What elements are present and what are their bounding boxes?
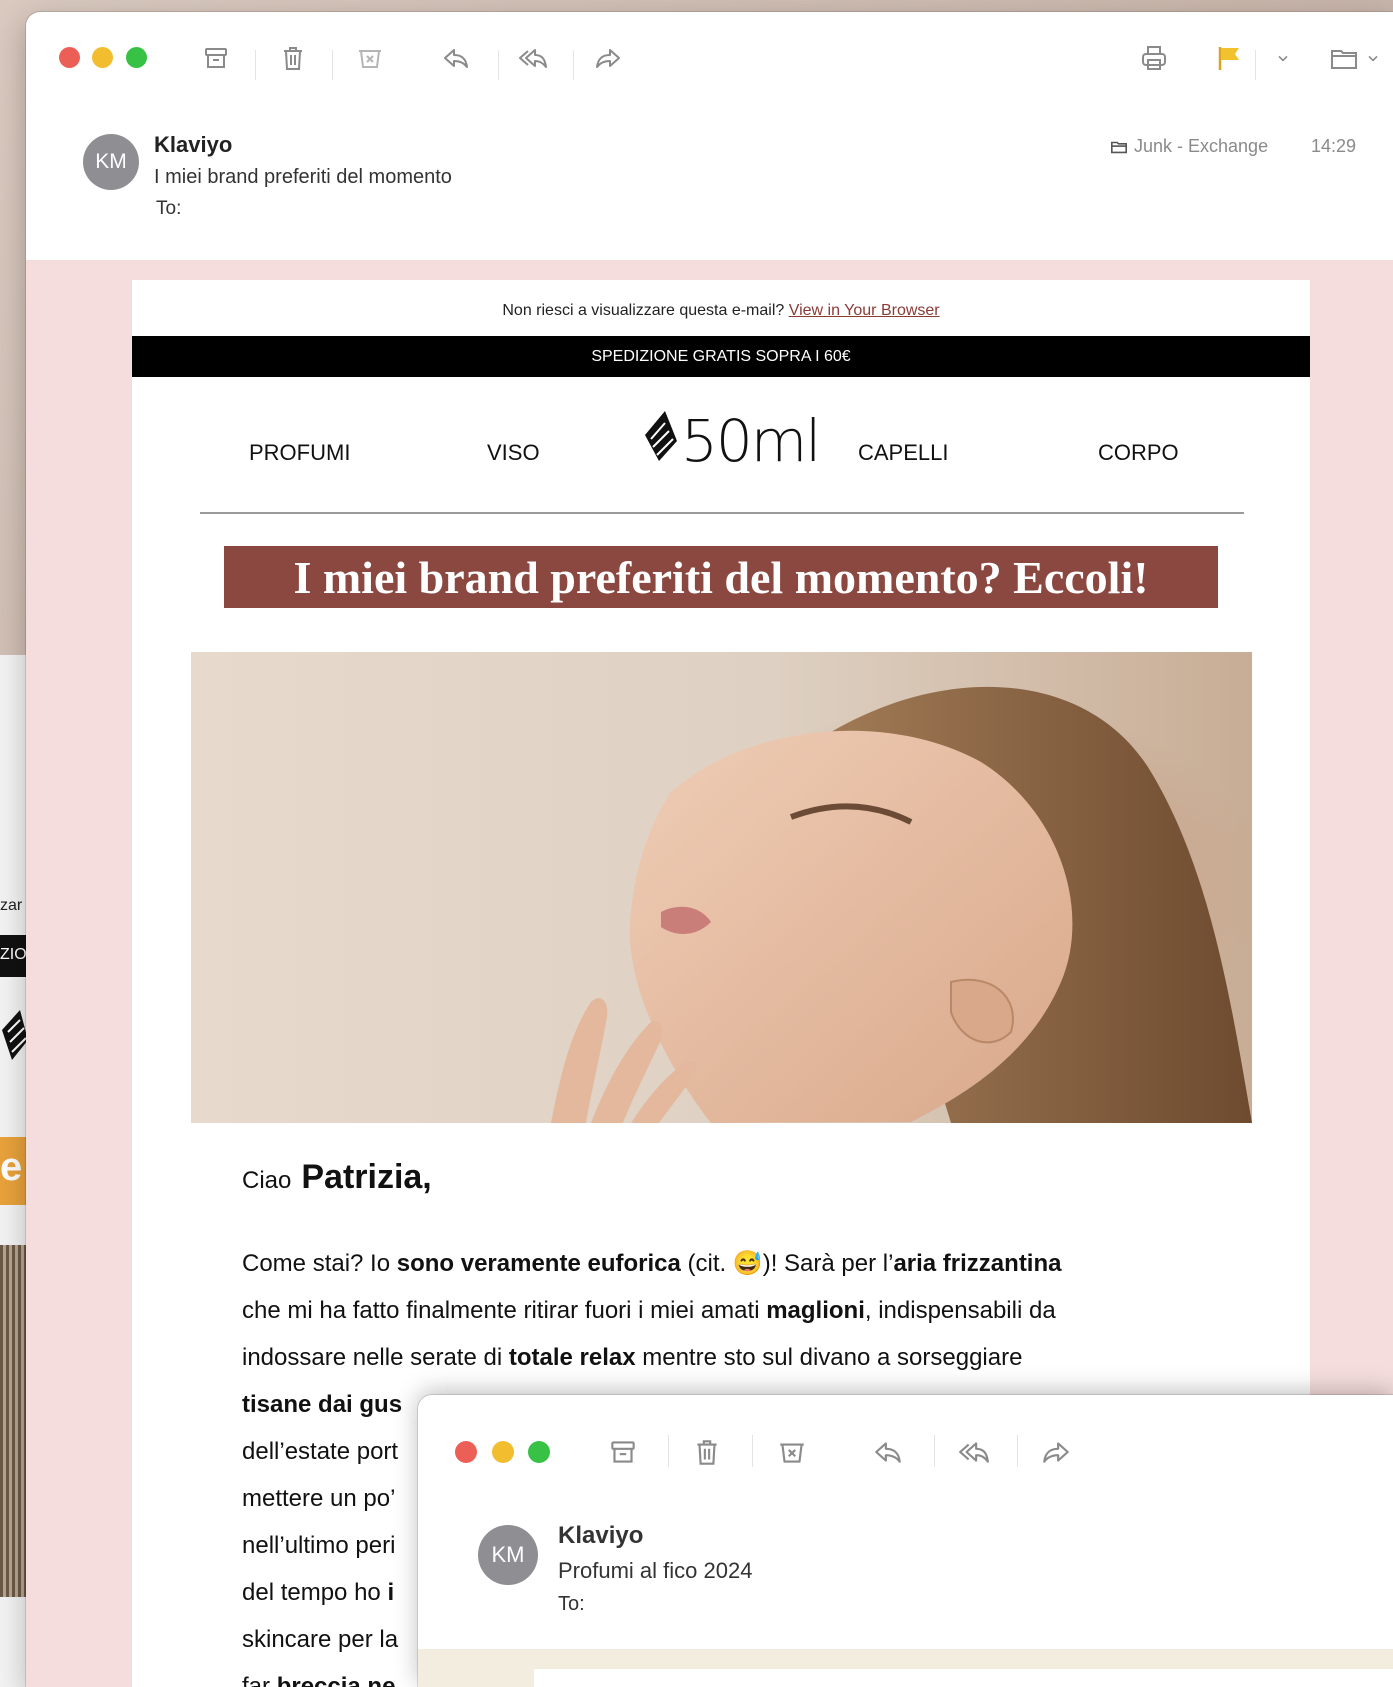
to-label: To: <box>156 198 182 219</box>
minimize-window-button[interactable] <box>492 1441 514 1463</box>
sender-name[interactable]: Klaviyo <box>558 1522 643 1550</box>
chevron-down-icon[interactable] <box>1362 42 1384 74</box>
archive-icon[interactable] <box>199 42 233 74</box>
message-subject: I miei brand preferiti del momento <box>154 166 452 188</box>
nav-corpo[interactable]: CORPO <box>1098 440 1179 466</box>
nav-divider <box>200 512 1244 514</box>
toolbar-separator <box>573 50 574 80</box>
close-window-button[interactable] <box>59 47 80 68</box>
toolbar-separator <box>752 1435 753 1467</box>
headline: I miei brand preferiti del momento? Ecco… <box>224 546 1218 608</box>
forward-icon[interactable] <box>1038 1435 1074 1469</box>
toolbar-separator <box>1255 50 1256 80</box>
logo-text: 50ml <box>681 407 821 475</box>
mailbox-name: Junk - Exchange <box>1134 136 1269 156</box>
overlay-mail-window[interactable]: KM Klaviyo Profumi al fico 2024 To: <box>418 1395 1393 1687</box>
message-header: KM Klaviyo I miei brand preferiti del mo… <box>26 112 1393 252</box>
trash-icon[interactable] <box>276 42 310 74</box>
toolbar-separator <box>934 1435 935 1467</box>
chevron-down-icon[interactable] <box>1272 42 1294 74</box>
email-content <box>534 1669 1393 1687</box>
print-icon[interactable] <box>1137 42 1171 74</box>
message-time: 14:29 <box>1311 136 1357 156</box>
minimize-window-button[interactable] <box>92 47 113 68</box>
toolbar-separator <box>668 1435 669 1467</box>
paragraph-line: indossare nelle serate di totale relax m… <box>242 1344 1023 1371</box>
archive-icon[interactable] <box>605 1435 641 1469</box>
nav-viso[interactable]: VISO <box>487 440 540 466</box>
zoom-window-button[interactable] <box>528 1441 550 1463</box>
message-subject: Profumi al fico 2024 <box>558 1558 753 1583</box>
toolbar-separator <box>1017 1435 1018 1467</box>
reply-all-icon[interactable] <box>956 1435 992 1469</box>
reply-icon[interactable] <box>870 1435 906 1469</box>
woman-face-illustration <box>551 686 1252 1123</box>
flag-icon[interactable] <box>1212 42 1246 74</box>
shipping-banner: SPEDIZIONE GRATIS SOPRA I 60€ <box>132 336 1310 377</box>
toolbar-separator <box>498 50 499 80</box>
junk-icon[interactable] <box>774 1435 810 1469</box>
preheader: Non riesci a visualizzare questa e-mail?… <box>502 302 940 319</box>
toolbar <box>26 12 1393 102</box>
folder-icon <box>1110 141 1128 153</box>
reply-all-icon[interactable] <box>516 42 550 74</box>
sender-name[interactable]: Klaviyo <box>154 132 232 158</box>
brand-logo[interactable]: 50ml <box>637 405 821 475</box>
toolbar-separator <box>332 50 333 80</box>
paragraph-line: Come stai? Io sono veramente euforica (c… <box>242 1250 1062 1277</box>
nav-profumi[interactable]: PROFUMI <box>249 440 350 466</box>
recipient-name: Patrizia, <box>301 1158 432 1196</box>
forward-icon[interactable] <box>591 42 625 74</box>
toolbar-separator <box>255 50 256 80</box>
paragraph-line: che mi ha fatto finalmente ritirar fuori… <box>242 1297 1056 1324</box>
to-label: To: <box>558 1593 585 1615</box>
folder-icon[interactable] <box>1327 42 1361 74</box>
nav-capelli[interactable]: CAPELLI <box>858 440 949 466</box>
avatar: KM <box>83 134 139 190</box>
junk-icon[interactable] <box>353 42 387 74</box>
avatar: KM <box>478 1525 538 1585</box>
zoom-window-button[interactable] <box>126 47 147 68</box>
hero-image[interactable] <box>191 652 1252 1123</box>
view-in-browser-link[interactable]: View in Your Browser <box>789 302 940 319</box>
mailbox-label[interactable]: Junk - Exchange <box>1110 136 1268 157</box>
message-body <box>418 1649 1393 1687</box>
reply-icon[interactable] <box>439 42 473 74</box>
background-text: zar <box>0 897 23 914</box>
close-window-button[interactable] <box>455 1441 477 1463</box>
greeting: Ciao Patrizia, <box>242 1158 432 1196</box>
trash-icon[interactable] <box>689 1435 725 1469</box>
